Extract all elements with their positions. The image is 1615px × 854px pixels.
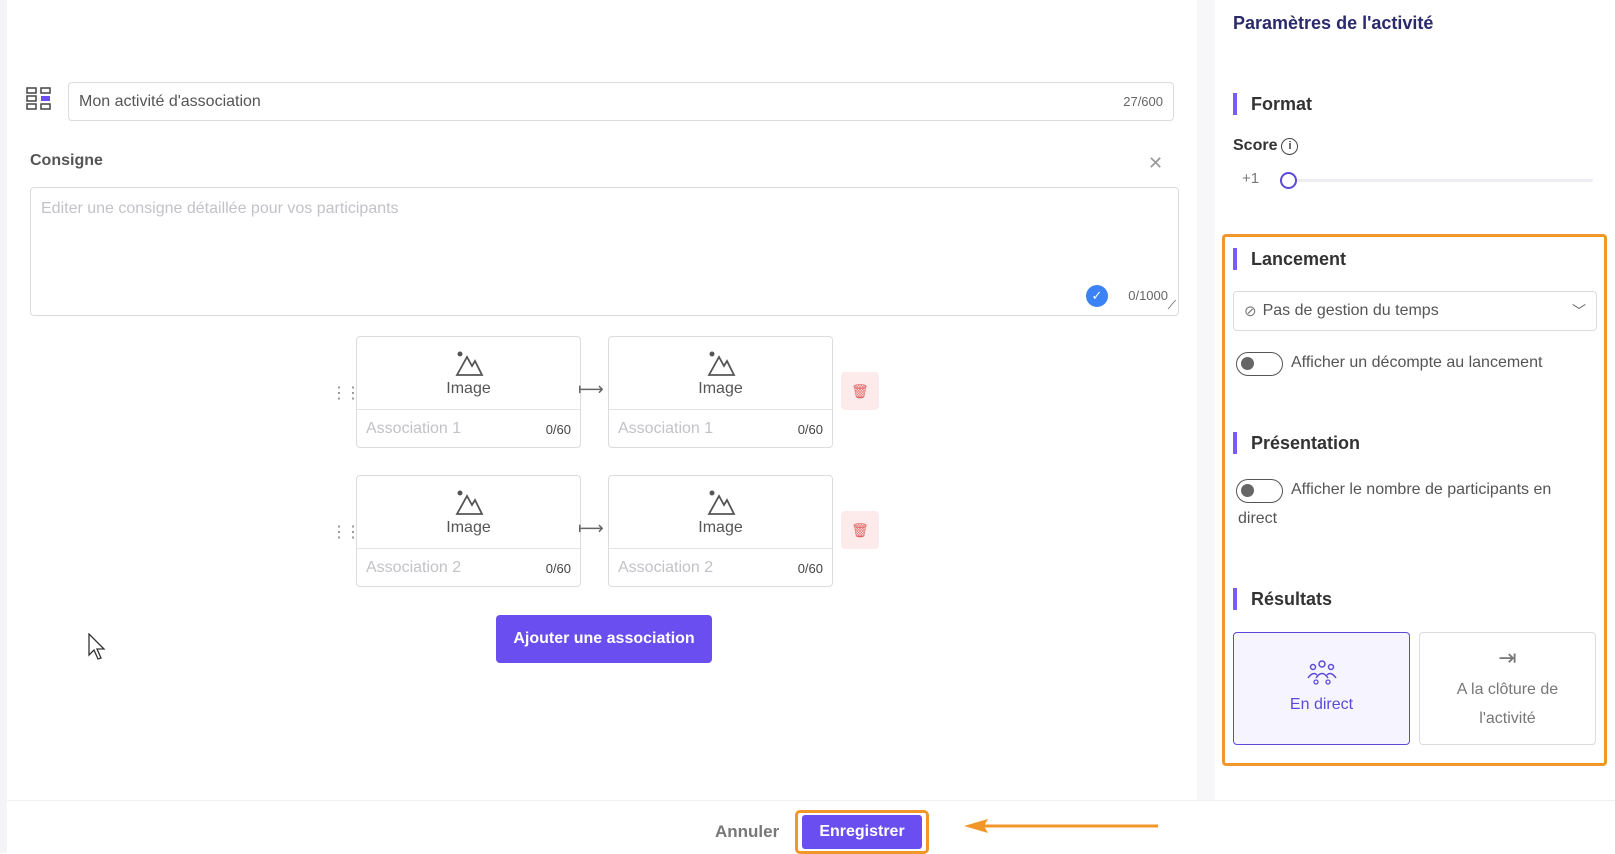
activity-title-value: Mon activité d'association [79,92,261,110]
image-label: Image [698,519,743,536]
results-live-label: En direct [1289,696,1354,713]
consigne-textarea[interactable]: Editer une consigne détaillée pour vos p… [30,187,1179,316]
delete-association-button[interactable]: 🗑 [841,511,879,549]
association-card-right[interactable]: Image Association 1 0/60 [608,336,833,448]
association-placeholder: Association 2 [618,559,714,576]
image-upload-area[interactable]: Image [357,337,580,410]
score-slider-thumb[interactable] [1280,172,1297,189]
image-upload-area[interactable]: Image [609,337,832,410]
association-placeholder: Association 1 [366,420,462,437]
timing-select[interactable]: ⊘ Pas de gestion du temps ﹀ [1233,291,1597,331]
results-live-option[interactable]: En direct [1233,632,1410,745]
association-text-input[interactable]: Association 1 0/60 [357,410,580,448]
association-card-left[interactable]: Image Association 2 0/60 [356,475,581,587]
image-icon [706,351,735,376]
countdown-toggle-label: Afficher un décompte au lancement [1291,354,1543,371]
association-text-input[interactable]: Association 2 0/60 [609,549,832,587]
image-upload-area[interactable]: Image [609,476,832,549]
activity-title-input[interactable]: Mon activité d'association 27/600 [68,82,1174,121]
drag-handle-icon[interactable]: ⋮⋮ [331,383,361,403]
results-end-label-2: l'activité [1479,709,1536,727]
image-label: Image [446,380,491,397]
association-type-icon [26,87,51,110]
association-placeholder: Association 2 [366,559,462,576]
results-end-label-1: A la clôture de [1456,680,1559,698]
info-icon[interactable]: i [1281,137,1299,155]
consigne-label: Consigne [30,152,103,169]
image-label: Image [446,519,491,536]
chevron-down-icon: ﹀ [1572,303,1586,319]
cancel-button[interactable]: Annuler [715,822,779,842]
lancement-heading: Lancement [1233,248,1346,270]
delete-association-button[interactable]: 🗑 [841,372,879,410]
activity-title-counter: 27/600 [1123,94,1163,109]
toggle-knob [1241,357,1254,370]
timing-select-value: Pas de gestion du temps [1262,302,1439,319]
score-slider-track[interactable] [1287,179,1593,182]
association-counter: 0/60 [797,421,823,437]
mouse-cursor-icon [88,633,106,660]
resize-handle-icon[interactable]: ⟋ [1168,298,1176,313]
participants-toggle-label: Afficher le nombre de participants en [1291,481,1552,498]
score-label: Score i [1233,137,1299,155]
settings-title: Paramètres de l'activité [1233,13,1434,33]
participants-toggle-label-line2: direct [1238,510,1278,527]
association-text-input[interactable]: Association 2 0/60 [357,549,580,587]
results-end-option[interactable]: ⇥ A la clôture de l'activité [1419,632,1596,745]
association-counter: 0/60 [545,560,571,576]
association-card-right[interactable]: Image Association 2 0/60 [608,475,833,587]
left-gutter [0,0,7,853]
participants-toggle[interactable] [1236,479,1283,503]
format-heading: Format [1233,93,1312,115]
no-entry-icon: ⊘ [1244,303,1257,320]
image-label: Image [698,380,743,397]
toggle-knob [1241,484,1254,497]
image-icon [454,490,483,515]
annotation-arrow-icon [964,819,1158,833]
close-icon[interactable]: ✕ [1148,154,1163,172]
score-label-text: Score [1233,137,1278,154]
resultats-heading: Résultats [1233,588,1332,610]
save-button[interactable]: Enregistrer [802,815,922,849]
score-value: +1 [1242,170,1260,187]
trash-icon: 🗑 [851,521,869,538]
arrow-to-end-icon: ⇥ [1498,644,1517,670]
consigne-counter: 0/1000 [1128,288,1168,303]
countdown-toggle[interactable] [1236,352,1283,376]
association-placeholder: Association 1 [618,420,714,437]
group-icon [1306,660,1337,685]
panel-divider [1197,0,1215,800]
association-card-left[interactable]: Image Association 1 0/60 [356,336,581,448]
association-counter: 0/60 [797,560,823,576]
image-upload-area[interactable]: Image [357,476,580,549]
link-arrow-icon: ⟼ [578,379,604,399]
image-icon [454,351,483,376]
consigne-placeholder: Editer une consigne détaillée pour vos p… [41,200,399,217]
link-arrow-icon: ⟼ [578,518,604,538]
association-counter: 0/60 [545,421,571,437]
check-icon: ✓ [1086,285,1108,307]
add-association-button[interactable]: Ajouter une association [496,615,712,663]
drag-handle-icon[interactable]: ⋮⋮ [331,522,361,542]
presentation-heading: Présentation [1233,432,1360,454]
association-text-input[interactable]: Association 1 0/60 [609,410,832,448]
image-icon [706,490,735,515]
trash-icon: 🗑 [851,382,869,399]
